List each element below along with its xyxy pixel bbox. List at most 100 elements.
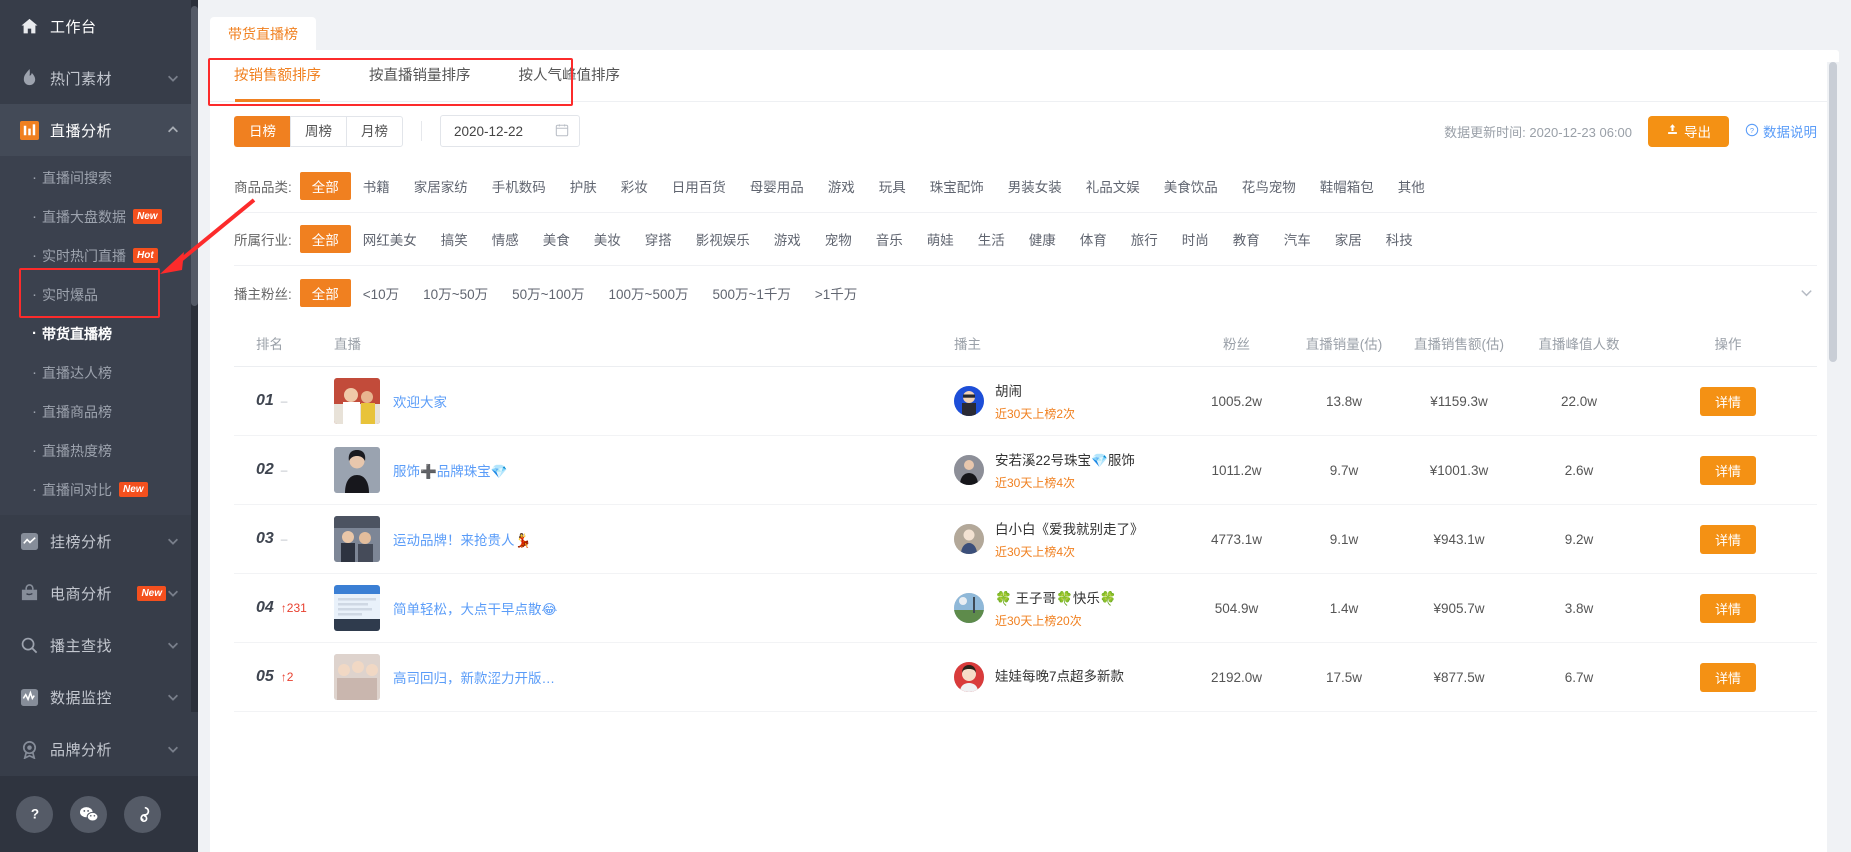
industry-option-kids[interactable]: 萌娃 <box>915 225 966 253</box>
avatar[interactable] <box>954 455 984 485</box>
filter-option-phone[interactable]: 手机数码 <box>480 172 558 200</box>
wechat-icon[interactable] <box>70 795 107 833</box>
industry-option-life[interactable]: 生活 <box>966 225 1017 253</box>
filter-option-daily[interactable]: 日用百货 <box>660 172 738 200</box>
avatar[interactable] <box>954 662 984 692</box>
help-icon[interactable]: ? <box>16 795 53 833</box>
sidebar-group-live-analysis[interactable]: 直播分析 <box>0 104 198 156</box>
live-title[interactable]: 高司回归，新款涩力开版… <box>393 667 555 687</box>
sidebar-item-live-overview[interactable]: 直播大盘数据 New <box>0 197 198 236</box>
tab-带货直播榜[interactable]: 带货直播榜 <box>210 17 316 50</box>
sidebar-item-带货直播榜[interactable]: 带货直播榜 <box>0 314 198 353</box>
industry-option-tech[interactable]: 科技 <box>1374 225 1425 253</box>
filter-option-books[interactable]: 书籍 <box>351 172 402 200</box>
filter-option-game[interactable]: 游戏 <box>816 172 867 200</box>
avatar[interactable] <box>954 524 984 554</box>
table-row[interactable]: 04 ↑231 简单轻松，大点干早点散😂 � <box>234 574 1817 643</box>
detail-button[interactable]: 详情 <box>1699 524 1756 554</box>
filter-option-skincare[interactable]: 护肤 <box>558 172 609 200</box>
filter-option-gifts[interactable]: 礼品文娱 <box>1074 172 1152 200</box>
period-weekly-button[interactable]: 周榜 <box>290 115 346 147</box>
industry-option-travel[interactable]: 旅行 <box>1119 225 1170 253</box>
avatar[interactable] <box>954 386 984 416</box>
industry-option-music[interactable]: 音乐 <box>864 225 915 253</box>
industry-option-beauty-influencer[interactable]: 网红美女 <box>351 225 429 253</box>
industry-option-fashion-outfit[interactable]: 穿搭 <box>633 225 684 253</box>
sidebar-scrollbar[interactable] <box>191 0 198 712</box>
export-button[interactable]: 导出 <box>1648 115 1729 147</box>
filter-option-baby[interactable]: 母婴用品 <box>738 172 816 200</box>
industry-option-health[interactable]: 健康 <box>1017 225 1068 253</box>
filter-option-all[interactable]: 全部 <box>299 172 351 200</box>
table-row[interactable]: 05 ↑2 高司回归，新款涩力开版… 娃娃每晚7点超多新款 2192.0w 17… <box>234 643 1817 712</box>
sidebar-group-data-monitor[interactable]: 数据监控 <box>0 671 198 723</box>
live-thumbnail[interactable] <box>334 585 380 631</box>
fans-option-500k-1m[interactable]: 50万~100万 <box>500 279 596 307</box>
tab-sort-by-sales-amount[interactable]: 按销售额排序 <box>234 50 321 102</box>
filter-option-clothing[interactable]: 男装女装 <box>996 172 1074 200</box>
live-thumbnail[interactable] <box>334 654 380 700</box>
industry-option-all[interactable]: 全部 <box>299 225 351 253</box>
detail-button[interactable]: 详情 <box>1699 455 1756 485</box>
sidebar-group-brand-analysis[interactable]: 品牌分析 <box>0 723 198 775</box>
fans-option-1m-5m[interactable]: 100万~500万 <box>597 279 701 307</box>
live-thumbnail[interactable] <box>334 447 380 493</box>
filter-expand-toggle[interactable] <box>1795 282 1817 304</box>
avatar[interactable] <box>954 593 984 623</box>
host-name[interactable]: 白小白《爱我就别走了》 <box>995 518 1144 538</box>
filter-option-makeup[interactable]: 彩妆 <box>609 172 660 200</box>
table-row[interactable]: 03 – 运动品牌！来抢贵人💃 白小白《爱我就别走了》 近30天上榜4次 477… <box>234 505 1817 574</box>
live-title[interactable]: 服饰➕品牌珠宝💎 <box>393 460 508 480</box>
table-row[interactable]: 01 – 欢迎大家 胡闹 近30天上榜2次 1005.2w 13.8w ¥115… <box>234 367 1817 436</box>
host-name[interactable]: 胡闹 <box>995 380 1075 400</box>
filter-option-jewelry[interactable]: 珠宝配饰 <box>918 172 996 200</box>
industry-option-sports[interactable]: 体育 <box>1068 225 1119 253</box>
filter-option-food[interactable]: 美食饮品 <box>1152 172 1230 200</box>
link-icon[interactable] <box>124 795 161 833</box>
data-description-link[interactable]: ? 数据说明 <box>1745 121 1817 141</box>
sidebar-group-hot-material[interactable]: 热门素材 <box>0 52 198 104</box>
industry-option-entertainment[interactable]: 影视娱乐 <box>684 225 762 253</box>
sidebar-group-host-search[interactable]: 播主查找 <box>0 619 198 671</box>
period-daily-button[interactable]: 日榜 <box>234 115 290 147</box>
live-title[interactable]: 运动品牌！来抢贵人💃 <box>393 529 531 549</box>
detail-button[interactable]: 详情 <box>1699 662 1756 692</box>
sidebar-item-realtime-hot-products[interactable]: 实时爆品 <box>0 275 198 314</box>
fans-option-5m-10m[interactable]: 500万~1千万 <box>700 279 802 307</box>
date-picker[interactable]: 2020-12-22 <box>440 115 580 147</box>
fans-option-100k-500k[interactable]: 10万~50万 <box>411 279 500 307</box>
sidebar-item-live-heat-rank[interactable]: 直播热度榜 <box>0 431 198 470</box>
sidebar-group-rank-analysis[interactable]: 挂榜分析 <box>0 515 198 567</box>
host-name[interactable]: 🍀 王子哥🍀快乐🍀 <box>995 587 1117 607</box>
industry-option-auto[interactable]: 汽车 <box>1272 225 1323 253</box>
filter-option-shoes-bags[interactable]: 鞋帽箱包 <box>1308 172 1386 200</box>
sidebar-group-ecommerce-analysis[interactable]: 电商分析 New <box>0 567 198 619</box>
sidebar-item-live-influencer-rank[interactable]: 直播达人榜 <box>0 353 198 392</box>
live-title[interactable]: 简单轻松，大点干早点散😂 <box>393 598 557 618</box>
filter-option-pets[interactable]: 花鸟宠物 <box>1230 172 1308 200</box>
live-thumbnail[interactable] <box>334 378 380 424</box>
filter-option-other[interactable]: 其他 <box>1386 172 1437 200</box>
fans-option-gt-10m[interactable]: >1千万 <box>803 279 869 307</box>
sidebar-item-live-compare[interactable]: 直播间对比 New <box>0 470 198 509</box>
filter-option-home[interactable]: 家居家纺 <box>402 172 480 200</box>
industry-option-pets[interactable]: 宠物 <box>813 225 864 253</box>
industry-option-emotion[interactable]: 情感 <box>480 225 531 253</box>
detail-button[interactable]: 详情 <box>1699 386 1756 416</box>
sidebar-item-live-product-rank[interactable]: 直播商品榜 <box>0 392 198 431</box>
tab-sort-by-popularity-peak[interactable]: 按人气峰值排序 <box>519 50 621 102</box>
host-name[interactable]: 安若溪22号珠宝💎服饰 <box>995 449 1135 469</box>
industry-option-food[interactable]: 美食 <box>531 225 582 253</box>
sidebar-item-realtime-hot-live[interactable]: 实时热门直播 Hot <box>0 236 198 275</box>
industry-option-comedy[interactable]: 搞笑 <box>429 225 480 253</box>
tab-sort-by-live-volume[interactable]: 按直播销量排序 <box>369 50 471 102</box>
fans-option-lt-100k[interactable]: <10万 <box>351 279 411 307</box>
industry-option-makeup[interactable]: 美妆 <box>582 225 633 253</box>
live-title[interactable]: 欢迎大家 <box>393 391 447 411</box>
main-scrollbar[interactable] <box>1827 62 1839 852</box>
sidebar-item-live-search[interactable]: 直播间搜索 <box>0 158 198 197</box>
industry-option-fashion[interactable]: 时尚 <box>1170 225 1221 253</box>
table-row[interactable]: 02 – 服饰➕品牌珠宝💎 安若溪22号珠宝💎服饰 近30天上榜4次 1011.… <box>234 436 1817 505</box>
sidebar-group-workbench[interactable]: 工作台 <box>0 0 198 52</box>
period-monthly-button[interactable]: 月榜 <box>346 115 403 147</box>
